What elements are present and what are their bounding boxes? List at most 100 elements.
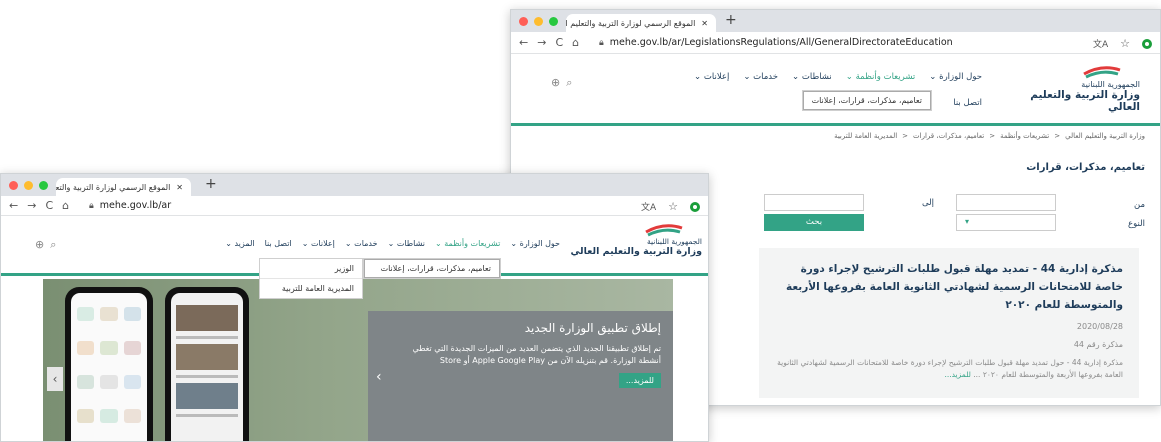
- tab-bar: ✕ الموقع الرسمي لوزارة التربية والتعليم …: [1, 174, 708, 196]
- type-select[interactable]: ▾: [956, 214, 1056, 231]
- nav-services[interactable]: خدمات ⌄: [743, 72, 778, 82]
- nav-activities[interactable]: نشاطات ⌄: [792, 72, 832, 82]
- translate-icon[interactable]: 文A: [1093, 37, 1108, 50]
- breadcrumb-item[interactable]: وزارة التربية والتعليم العالي: [1065, 132, 1145, 140]
- article-card[interactable]: مذكرة إدارية 44 - تمديد مهلة قبول طلبات …: [759, 248, 1139, 398]
- site-logo[interactable]: الجمهورية اللبنانية وزارة التربية والتعل…: [1000, 62, 1140, 113]
- address-bar: ← → C ⌂ 🔒︎ mehe.gov.lb/ar/LegislationsRe…: [511, 32, 1160, 54]
- site-logo[interactable]: الجمهورية اللبنانية وزارة التربية والتعل…: [567, 221, 702, 257]
- nav-legislation[interactable]: تشريعات وأنظمة ⌄: [846, 72, 916, 82]
- date-from-input[interactable]: [956, 194, 1056, 211]
- back-icon[interactable]: ←: [9, 199, 18, 212]
- announcements-submenu: الوزير المديرية العامة للتربية: [259, 258, 363, 299]
- slider-next-button[interactable]: ›: [376, 369, 382, 385]
- submenu-circulars[interactable]: تعاميم، مذكرات، قرارات، إعلانات: [364, 259, 500, 278]
- legislation-submenu: تعاميم، مذكرات، قرارات، إعلانات: [363, 258, 501, 279]
- lock-icon: 🔒︎: [89, 200, 94, 211]
- app-tile-icon: [100, 307, 118, 321]
- close-dot[interactable]: [9, 181, 18, 190]
- search-button[interactable]: بحث: [764, 214, 864, 231]
- banner-more-button[interactable]: للمزيد...: [618, 373, 661, 388]
- maximize-dot[interactable]: [549, 17, 558, 26]
- bookmark-star-icon[interactable]: ☆: [1120, 37, 1130, 50]
- read-more-link[interactable]: للمزيد...: [944, 370, 970, 379]
- article-title[interactable]: مذكرة إدارية 44 - تمديد مهلة قبول طلبات …: [775, 260, 1123, 314]
- submenu-circulars[interactable]: تعاميم، مذكرات، قرارات، إعلانات: [802, 91, 931, 110]
- maximize-dot[interactable]: [39, 181, 48, 190]
- banner-body: تم إطلاق تطبيقنا الجديد الذي يتضمن العدي…: [412, 344, 661, 365]
- url-field[interactable]: 🔒︎ mehe.gov.lb/ar: [89, 200, 171, 211]
- phone-screen: [71, 293, 147, 441]
- tab-title: الموقع الرسمي لوزارة التربية والتعليم ال…: [56, 182, 171, 192]
- new-tab-icon[interactable]: +: [725, 12, 737, 28]
- toolbar-right: 文A ☆: [641, 200, 700, 213]
- toolbar-right: 文A ☆: [1093, 37, 1152, 50]
- hero-slider: ‹ إطلاق تطبيق الوزارة الجديد تم إطلاق تط…: [43, 279, 673, 441]
- logo-line2: وزارة التربية والتعليم العالي: [570, 246, 702, 257]
- app-tile-icon: [123, 375, 141, 389]
- logo-line1: الجمهورية اللبنانية: [1081, 80, 1140, 89]
- nav-announcements[interactable]: إعلانات ⌄: [694, 72, 729, 82]
- nav-announcements[interactable]: إعلانات ⌄: [302, 239, 335, 248]
- to-label: إلى: [921, 198, 934, 208]
- close-dot[interactable]: [519, 17, 528, 26]
- nav-more[interactable]: المزيد ⌄: [225, 239, 254, 248]
- submenu-general-directorate[interactable]: المديرية العامة للتربية: [260, 278, 362, 298]
- banner-title: إطلاق تطبيق الوزارة الجديد: [524, 321, 661, 335]
- extension-icon[interactable]: [1142, 38, 1152, 49]
- tab-close-icon[interactable]: ✕: [176, 183, 183, 192]
- phone-screen: [171, 293, 243, 441]
- language-icon[interactable]: ⊕: [551, 76, 560, 90]
- home-icon[interactable]: ⌂: [572, 36, 579, 49]
- browser-tab[interactable]: ✕ الموقع الرسمي لوزارة التربية والتعليم …: [566, 14, 716, 32]
- new-tab-icon[interactable]: +: [205, 176, 217, 192]
- nav-contact[interactable]: اتصل بنا: [953, 98, 982, 108]
- header-tools: ⊕ ⌕: [35, 238, 56, 252]
- window-controls: [519, 17, 558, 26]
- search-icon[interactable]: ⌕: [566, 76, 572, 90]
- app-tile-icon: [123, 409, 141, 423]
- date-to-input[interactable]: [764, 194, 864, 211]
- nav-about[interactable]: حول الوزارة ⌄: [929, 72, 982, 82]
- reload-icon[interactable]: C: [555, 36, 563, 49]
- news-line: [176, 375, 238, 378]
- back-icon[interactable]: ←: [519, 36, 528, 49]
- window-controls: [9, 181, 48, 190]
- url-text: mehe.gov.lb/ar: [99, 200, 172, 211]
- forward-icon[interactable]: →: [537, 36, 546, 49]
- legislation-submenu: تعاميم، مذكرات، قرارات، إعلانات: [801, 90, 932, 111]
- news-line: [176, 336, 238, 339]
- nav-about[interactable]: حول الوزارة ⌄: [510, 239, 560, 248]
- nav-activities[interactable]: نشاطات ⌄: [388, 239, 425, 248]
- app-tile-icon: [77, 409, 95, 423]
- tab-close-icon[interactable]: ✕: [701, 19, 708, 28]
- main-nav: حول الوزارة ⌄ تشريعات وأنظمة ⌄ نشاطات ⌄ …: [694, 72, 982, 82]
- nav-legislation[interactable]: تشريعات وأنظمة ⌄: [435, 239, 500, 248]
- app-tile-icon: [77, 307, 95, 321]
- slider-prev-button[interactable]: ‹: [47, 367, 63, 391]
- browser-window-front: ✕ الموقع الرسمي لوزارة التربية والتعليم …: [0, 173, 709, 442]
- url-field[interactable]: 🔒︎ mehe.gov.lb/ar/LegislationsRegulation…: [599, 37, 953, 48]
- logo-line1: الجمهورية اللبنانية: [646, 237, 702, 246]
- translate-icon[interactable]: 文A: [641, 200, 656, 213]
- bookmark-star-icon[interactable]: ☆: [668, 200, 678, 213]
- breadcrumb-item[interactable]: المديرية العامة للتربية: [834, 132, 897, 140]
- submenu-minister[interactable]: الوزير: [260, 259, 362, 278]
- minimize-dot[interactable]: [24, 181, 33, 190]
- breadcrumb-item[interactable]: تعاميم، مذكرات، قرارات: [913, 132, 984, 140]
- nav-buttons: ← → C ⌂: [519, 36, 579, 49]
- reload-icon[interactable]: C: [45, 199, 53, 212]
- minimize-dot[interactable]: [534, 17, 543, 26]
- article-number: مذكرة رقم 44: [1073, 340, 1123, 349]
- browser-tab[interactable]: ✕ الموقع الرسمي لوزارة التربية والتعليم …: [56, 178, 191, 196]
- news-thumb: [176, 344, 238, 370]
- language-icon[interactable]: ⊕: [35, 238, 44, 252]
- forward-icon[interactable]: →: [27, 199, 36, 212]
- nav-services[interactable]: خدمات ⌄: [345, 239, 378, 248]
- home-icon[interactable]: ⌂: [62, 199, 69, 212]
- breadcrumb-item[interactable]: تشريعات وأنظمة: [1000, 132, 1049, 140]
- extension-icon[interactable]: [690, 201, 700, 212]
- search-icon[interactable]: ⌕: [50, 238, 56, 252]
- tab-title: الموقع الرسمي لوزارة التربية والتعليم ال…: [566, 18, 696, 28]
- nav-contact[interactable]: اتصل بنا: [265, 239, 292, 248]
